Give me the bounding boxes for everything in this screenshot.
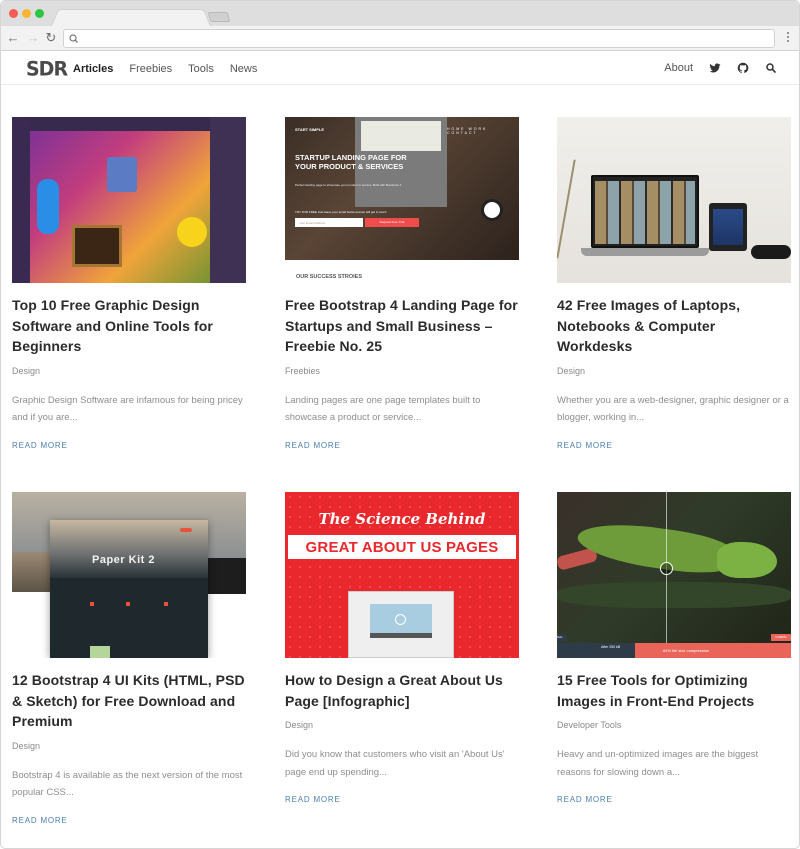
- thumbnail-title: Paper Kit 2: [92, 554, 155, 566]
- nav-freebies[interactable]: Freebies: [129, 62, 172, 76]
- main-nav: Articles Freebies Tools News: [73, 62, 273, 76]
- read-more-link[interactable]: READ MORE: [557, 441, 791, 451]
- article-card: NAL COMPR After 250 kB 64% file size com…: [557, 492, 791, 805]
- article-thumbnail[interactable]: Paper Kit 2: [12, 492, 246, 658]
- nav-articles[interactable]: Articles: [73, 62, 113, 76]
- thumbnail-cta: Request Free Trial: [365, 218, 419, 227]
- browser-tab-active[interactable]: [51, 9, 211, 26]
- article-excerpt: Graphic Design Software are infamous for…: [12, 394, 243, 424]
- article-category[interactable]: Design: [557, 365, 791, 377]
- thumbnail-headline: STARTUP LANDING PAGE FOR YOUR PRODUCT & …: [295, 153, 407, 171]
- article-thumbnail[interactable]: [12, 117, 246, 283]
- article-thumbnail[interactable]: NAL COMPR After 250 kB 64% file size com…: [557, 492, 791, 658]
- browser-tab-bar: [1, 1, 799, 26]
- article-title[interactable]: Free Bootstrap 4 Landing Page for Startu…: [285, 295, 519, 357]
- article-card: Paper Kit 2 12 Bootstrap 4 UI Kits (HTML…: [12, 492, 246, 826]
- article-category[interactable]: Developer Tools: [557, 719, 791, 731]
- thumbnail-right-tag: COMPR: [771, 634, 791, 641]
- article-title[interactable]: How to Design a Great About Us Page [Inf…: [285, 670, 519, 711]
- article-excerpt: Whether you are a web-designer, graphic …: [557, 394, 789, 424]
- maximize-window-button[interactable]: [35, 9, 44, 18]
- article-card: START SIMPLE HOME WORK CONTACT STARTUP L…: [285, 117, 519, 451]
- forward-arrow-icon[interactable]: →: [26, 30, 40, 46]
- thumbnail-brand: START SIMPLE: [295, 127, 325, 132]
- thumbnail-nav: HOME WORK CONTACT: [447, 127, 488, 135]
- thumbnail-try-line: TRY FOR FREE Just leave your email below…: [295, 210, 387, 214]
- read-more-link[interactable]: READ MORE: [557, 795, 791, 805]
- article-thumbnail[interactable]: START SIMPLE HOME WORK CONTACT STARTUP L…: [285, 117, 519, 283]
- thumbnail-email-field: Your Email Address: [295, 218, 363, 227]
- nav-tools[interactable]: Tools: [188, 62, 214, 76]
- article-excerpt: Did you know that customers who visit an…: [285, 749, 505, 778]
- search-icon[interactable]: [765, 62, 777, 74]
- thumbnail-section-title: OUR SUCCESS STROIES: [296, 274, 363, 280]
- nav-about[interactable]: About: [664, 61, 693, 75]
- article-category[interactable]: Design: [12, 365, 246, 377]
- article-category[interactable]: Design: [12, 740, 246, 752]
- read-more-link[interactable]: READ MORE: [12, 441, 246, 451]
- thumbnail-left-tag: NAL: [557, 634, 567, 641]
- address-bar[interactable]: [63, 29, 775, 48]
- article-card: 42 Free Images of Laptops, Notebooks & C…: [557, 117, 791, 451]
- site-logo[interactable]: SDR: [26, 57, 68, 80]
- article-title[interactable]: 12 Bootstrap 4 UI Kits (HTML, PSD & Sket…: [12, 670, 246, 732]
- thumbnail-after-size: After 250 kB: [601, 645, 621, 649]
- thumbnail-compression: 64% file size compression: [635, 643, 791, 658]
- read-more-link[interactable]: READ MORE: [12, 816, 246, 826]
- article-title[interactable]: 15 Free Tools for Optimizing Images in F…: [557, 670, 791, 711]
- article-card: Top 10 Free Graphic Design Software and …: [12, 117, 246, 451]
- thumbnail-banner-text: GREAT ABOUT US PAGES: [305, 539, 499, 556]
- article-title[interactable]: Top 10 Free Graphic Design Software and …: [12, 295, 246, 357]
- github-icon[interactable]: [737, 62, 749, 74]
- article-thumbnail[interactable]: The Science Behind GREAT ABOUT US PAGES: [285, 492, 519, 658]
- back-arrow-icon[interactable]: ←: [6, 30, 20, 46]
- browser-toolbar: ← → ↻: [1, 26, 799, 51]
- nav-news[interactable]: News: [230, 62, 258, 76]
- thumbnail-subline: Perfect landing page to showcase your pr…: [295, 183, 402, 187]
- site-header: SDR Articles Freebies Tools News About: [1, 52, 799, 85]
- twitter-icon[interactable]: [709, 62, 721, 74]
- read-more-link[interactable]: READ MORE: [285, 441, 519, 451]
- search-icon: [69, 34, 78, 43]
- read-more-link[interactable]: READ MORE: [285, 795, 519, 805]
- header-right-nav: About: [664, 61, 777, 75]
- article-excerpt: Heavy and un-optimized images are the bi…: [557, 749, 759, 778]
- article-title[interactable]: 42 Free Images of Laptops, Notebooks & C…: [557, 295, 791, 357]
- browser-window: ← → ↻ SDR Articles Freebies Tools News A…: [0, 0, 800, 849]
- article-excerpt: Landing pages are one page templates bui…: [285, 394, 481, 424]
- article-excerpt: Bootstrap 4 is available as the next ver…: [12, 769, 243, 799]
- article-card: The Science Behind GREAT ABOUT US PAGES …: [285, 492, 519, 805]
- article-category[interactable]: Design: [285, 719, 519, 731]
- compare-slider-handle-icon: [660, 562, 673, 575]
- article-thumbnail[interactable]: [557, 117, 791, 283]
- browser-menu-icon[interactable]: [786, 32, 790, 46]
- play-icon: [395, 614, 406, 625]
- thumbnail-script-text: The Science Behind: [318, 510, 486, 528]
- reload-icon[interactable]: ↻: [44, 30, 58, 46]
- new-tab-button[interactable]: [207, 12, 231, 22]
- minimize-window-button[interactable]: [22, 9, 31, 18]
- close-window-button[interactable]: [9, 9, 18, 18]
- article-category[interactable]: Freebies: [285, 365, 519, 377]
